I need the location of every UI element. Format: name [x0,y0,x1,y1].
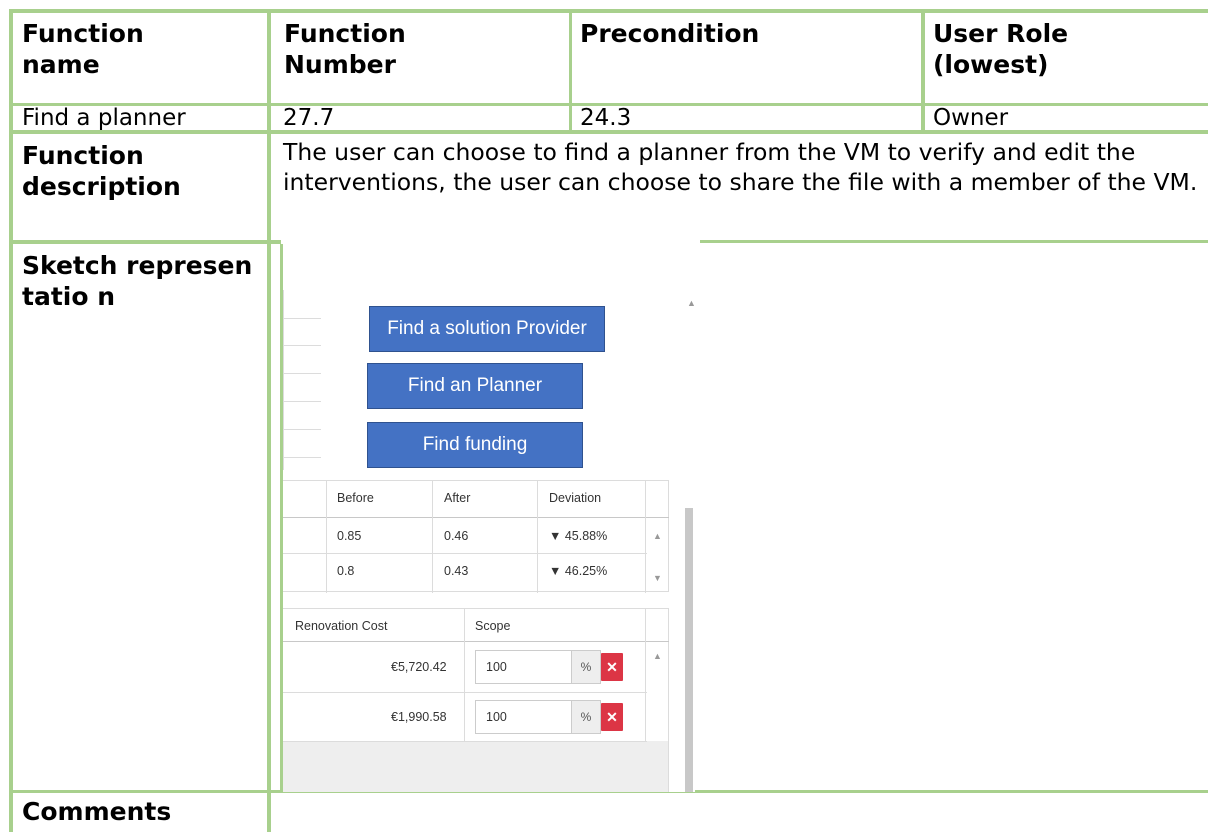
deviation-col-line [326,481,327,593]
cost-header-line [283,641,669,642]
cost-table-footer [283,741,668,792]
cost-scroll-up-icon[interactable]: ▲ [653,651,662,661]
header-user-role: User Role (lowest) [933,19,1069,79]
scope-input[interactable]: 100 [475,700,572,734]
cost-cell-value: €1,990.58 [391,710,447,724]
row-precondition: 24.3 [580,105,632,131]
sketch-faint-line [283,401,321,402]
sketch-faint-line [283,457,321,458]
scrollbar-track[interactable] [685,508,693,792]
cost-col-line [464,609,465,741]
deviation-header-after: After [444,491,471,505]
sketch-faint-line [283,429,321,430]
deviation-cell-after: 0.43 [444,564,469,578]
description-text: The user can choose to find a planner fr… [283,138,1198,196]
sketch-representation: ▲ Find a solution Provider Find an Plann… [283,290,695,792]
table-border-col1 [267,9,271,832]
deviation-cell-deviation: ▼ 45.88% [549,529,608,543]
deviation-col-line [537,481,538,593]
deviation-table: Before After Deviation 0.85 0.46 ▼ 45.88… [283,480,669,593]
deviation-col-line [432,481,433,593]
deviation-cell-before: 0.8 [337,564,355,578]
cost-header-scope: Scope [475,619,511,633]
table-border-description-left [9,240,281,244]
find-planner-button[interactable]: Find an Planner [367,363,583,409]
cost-cell-value: €5,720.42 [391,660,447,674]
find-solution-provider-button[interactable]: Find a solution Provider [369,306,605,352]
delete-row-button[interactable]: ✕ [601,653,623,681]
delete-row-button[interactable]: ✕ [601,703,623,731]
scope-input[interactable]: 100 [475,650,572,684]
sketch-faint-line [283,290,284,470]
table-border-col3 [921,9,925,134]
row-function-number: 27.7 [283,105,335,131]
scroll-up-arrow-icon[interactable]: ▲ [687,298,695,308]
find-funding-button[interactable]: Find funding [367,422,583,468]
sketch-faint-line [283,318,321,319]
comments-label: Comments [22,797,172,826]
table-border-col2 [569,9,572,134]
deviation-header-before: Before [337,491,374,505]
header-precondition: Precondition [580,19,760,48]
table-border-description-right [700,240,1208,243]
deviation-cell-deviation: ▼ 46.25% [549,564,608,578]
deviation-scroll-down-icon[interactable]: ▼ [653,573,662,583]
row-user-role: Owner [933,105,1009,131]
percent-addon: % [571,650,601,684]
deviation-row-line [283,553,647,554]
deviation-header-line [283,517,669,518]
percent-addon: % [571,700,601,734]
deviation-header-deviation: Deviation [549,491,602,505]
sketch-label: Sketch representatio n [22,251,253,311]
sketch-faint-line [283,345,321,346]
cost-row-line [283,692,647,693]
deviation-col-line [645,481,646,593]
deviation-cell-before: 0.85 [337,529,362,543]
deviation-cell-after: 0.46 [444,529,469,543]
header-function-number: Function Number [284,19,406,79]
deviation-scroll-up-icon[interactable]: ▲ [653,531,662,541]
cost-col-line [645,609,646,741]
sketch-faint-line [283,373,321,374]
row-function-name: Find a planner [22,105,186,131]
cost-header-renovation: Renovation Cost [295,619,388,633]
cost-row-line [283,741,647,742]
cost-table: Renovation Cost Scope €5,720.42 100 % ✕ … [283,608,669,792]
table-border-left [9,9,13,832]
table-border-top [9,9,1208,13]
description-label: Function description [22,141,181,201]
header-function-name: Function name [22,19,144,79]
